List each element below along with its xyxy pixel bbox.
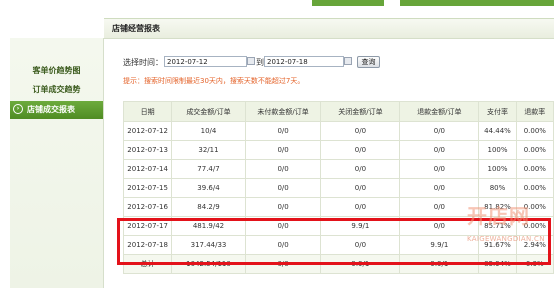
table-cell: 2012-07-14 bbox=[122, 159, 173, 179]
table-cell: 0/0 bbox=[244, 197, 322, 217]
table-cell: 85.71% bbox=[478, 216, 517, 236]
calendar-icon[interactable] bbox=[247, 57, 255, 65]
table-cell: 81.82% bbox=[478, 197, 517, 217]
sidebar-item-shop-report[interactable]: › 店铺成交报表 bbox=[10, 101, 103, 119]
table-row: 2012-07-14 77.4/7 0/0 0/0 0/0 100% 0.00% bbox=[122, 159, 554, 179]
table-cell: 77.4/7 bbox=[171, 159, 246, 179]
table-cell: 0/0 bbox=[244, 121, 322, 141]
table-cell: 9.9/1 bbox=[399, 254, 480, 274]
table-cell: 0/0 bbox=[244, 254, 322, 274]
table-cell: 0/0 bbox=[320, 159, 401, 179]
table-cell: 39.6/4 bbox=[171, 178, 246, 198]
table-cell: 100% bbox=[478, 159, 517, 179]
sidebar-item-label: 店铺成交报表 bbox=[27, 105, 75, 114]
table-cell: 0.00% bbox=[515, 159, 554, 179]
table-cell: 0/0 bbox=[399, 159, 480, 179]
table-cell: 0/0 bbox=[244, 159, 322, 179]
column-header: 支付率 bbox=[478, 101, 517, 122]
calendar-icon[interactable] bbox=[344, 57, 352, 65]
table-row: 2012-07-18 317.44/33 0/0 0/0 9.9/1 91.67… bbox=[122, 235, 554, 255]
column-header: 成交金额/订单 bbox=[171, 101, 246, 122]
table-cell: 2012-07-18 bbox=[122, 235, 173, 255]
start-date-input[interactable]: 2012-07-12 bbox=[164, 56, 247, 67]
table-cell: 0/0 bbox=[244, 178, 322, 198]
panel-header: 店铺经营报表 bbox=[104, 19, 554, 39]
table-cell: 2012-07-17 bbox=[122, 216, 173, 236]
report-table: 日期 成交金额/订单 未付款金额/订单 关闭金额/订单 退款金额/订单 支付率 … bbox=[122, 101, 554, 274]
top-nav-tab[interactable] bbox=[312, 0, 384, 6]
table-cell: 0/0 bbox=[320, 140, 401, 160]
table-cell: 0.00% bbox=[515, 197, 554, 217]
table-cell: 9.9/1 bbox=[320, 216, 401, 236]
table-row: 2012-07-15 39.6/4 0/0 0/0 0/0 80% 0.00% bbox=[122, 178, 554, 198]
table-cell: 2012-07-16 bbox=[122, 197, 173, 217]
query-button[interactable]: 查询 bbox=[357, 56, 380, 68]
table-header-row: 日期 成交金额/订单 未付款金额/订单 关闭金额/订单 退款金额/订单 支付率 … bbox=[122, 101, 554, 122]
date-range-label: 选择时间： bbox=[123, 58, 163, 67]
table-cell: 0.9% bbox=[515, 254, 554, 274]
sidebar-item-label: 客单价趋势图 bbox=[32, 66, 81, 75]
table-total-row: 总计 1042.54/110 0/0 9.9/1 9.9/1 85.94% 0.… bbox=[122, 254, 554, 274]
table-cell: 2012-07-12 bbox=[122, 121, 173, 141]
table-cell: 0/0 bbox=[399, 178, 480, 198]
sidebar-item-label: 订单成交趋势 bbox=[32, 85, 81, 94]
table-cell: 2012-07-13 bbox=[122, 140, 173, 160]
column-header: 关闭金额/订单 bbox=[320, 101, 401, 122]
table-cell: 0.00% bbox=[515, 216, 554, 236]
table-cell: 9.9/1 bbox=[320, 254, 401, 274]
panel-title: 店铺经营报表 bbox=[112, 24, 160, 33]
table-cell: 2012-07-15 bbox=[122, 178, 173, 198]
table-row: 2012-07-17 481.9/42 0/0 9.9/1 0/0 85.71%… bbox=[122, 216, 554, 236]
table-cell: 32/11 bbox=[171, 140, 246, 160]
table-cell: 0.00% bbox=[515, 140, 554, 160]
table-cell: 80% bbox=[478, 178, 517, 198]
column-header: 退款率 bbox=[515, 101, 554, 122]
table-cell: 10/4 bbox=[171, 121, 246, 141]
table-cell: 0/0 bbox=[244, 216, 322, 236]
table-cell: 总计 bbox=[122, 254, 173, 274]
table-cell: 0/0 bbox=[320, 121, 401, 141]
column-header: 日期 bbox=[122, 101, 173, 122]
table-cell: 481.9/42 bbox=[171, 216, 246, 236]
table-cell: 2.94% bbox=[515, 235, 554, 255]
sidebar: 客单价趋势图 订单成交趋势 › 店铺成交报表 bbox=[10, 38, 104, 288]
table-cell: 0/0 bbox=[244, 140, 322, 160]
top-nav-bar bbox=[400, 0, 554, 6]
table-cell: 1042.54/110 bbox=[171, 254, 246, 274]
table-cell: 0/0 bbox=[399, 121, 480, 141]
table-row: 2012-07-13 32/11 0/0 0/0 0/0 100% 0.00% bbox=[122, 140, 554, 160]
table-cell: 0/0 bbox=[244, 235, 322, 255]
table-row: 2012-07-12 10/4 0/0 0/0 0/0 44.44% 0.00% bbox=[122, 121, 554, 141]
table-cell: 84.2/9 bbox=[171, 197, 246, 217]
table-cell: 0/0 bbox=[399, 140, 480, 160]
table-cell: 100% bbox=[478, 140, 517, 160]
arrow-circle-icon: › bbox=[13, 103, 23, 114]
table-cell: 317.44/33 bbox=[171, 235, 246, 255]
column-header: 未付款金额/订单 bbox=[244, 101, 322, 122]
search-tip: 提示：搜索时间限制最近30天内，搜索天数不能超过7天。 bbox=[123, 77, 305, 85]
sidebar-item-avg-order-chart[interactable]: 客单价趋势图 bbox=[10, 62, 103, 80]
table-cell: 0.00% bbox=[515, 178, 554, 198]
table-cell: 91.67% bbox=[478, 235, 517, 255]
table-cell: 44.44% bbox=[478, 121, 517, 141]
table-cell: 9.9/1 bbox=[399, 235, 480, 255]
sidebar-item-order-trend[interactable]: 订单成交趋势 bbox=[10, 81, 103, 99]
table-cell: 0.00% bbox=[515, 121, 554, 141]
table-cell: 85.94% bbox=[478, 254, 517, 274]
to-label: 到 bbox=[256, 58, 264, 67]
column-header: 退款金额/订单 bbox=[399, 101, 480, 122]
table-row: 2012-07-16 84.2/9 0/0 0/0 0/0 81.82% 0.0… bbox=[122, 197, 554, 217]
table-cell: 0/0 bbox=[399, 197, 480, 217]
table-cell: 0/0 bbox=[320, 197, 401, 217]
table-cell: 0/0 bbox=[320, 235, 401, 255]
table-cell: 0/0 bbox=[399, 216, 480, 236]
end-date-input[interactable]: 2012-07-18 bbox=[264, 56, 344, 67]
table-cell: 0/0 bbox=[320, 178, 401, 198]
